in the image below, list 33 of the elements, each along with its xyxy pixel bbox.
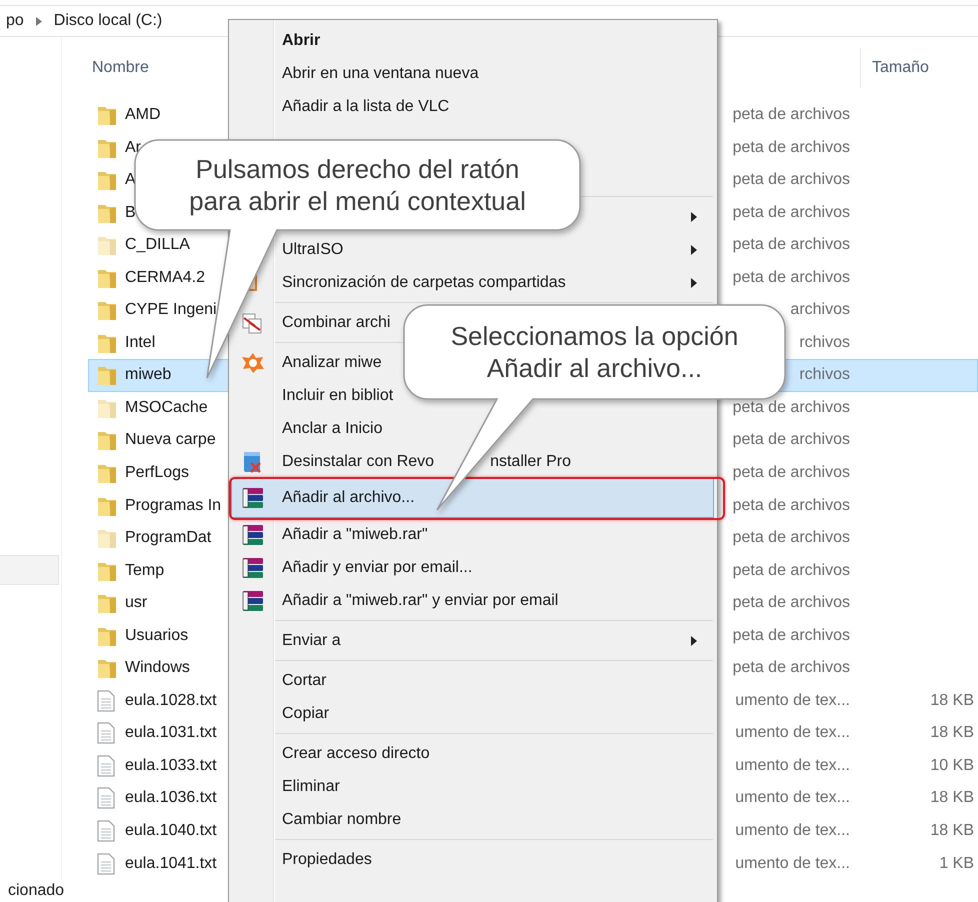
file-size: 18 KB [930, 822, 974, 840]
file-type: peta de archivos [732, 236, 850, 254]
file-type: umento de tex... [735, 789, 850, 808]
file-size: 18 KB [930, 789, 974, 808]
file-type: peta de archivos [732, 431, 850, 450]
file-type: umento de tex... [735, 756, 850, 775]
file-type: peta de archivos [732, 398, 850, 417]
file-type: peta de archivos [732, 626, 850, 645]
file-type: peta de archivos [732, 171, 850, 190]
file-type: peta de archivos [732, 106, 850, 124]
status-text: cionado [8, 882, 64, 900]
file-type: umento de tex... [735, 822, 850, 840]
file-type: peta de archivos [732, 529, 850, 548]
file-type: peta de archivos [732, 496, 850, 515]
file-type: umento de tex... [735, 692, 850, 710]
callout-text: Seleccionamos la opción Añadir al archivo... [450, 320, 738, 384]
file-type: peta de archivos [732, 204, 850, 222]
file-type: rchivos [799, 366, 850, 384]
file-type: peta de archivos [732, 464, 850, 482]
callout-text: Pulsamos derecho del ratón para abrir el menú contextual [189, 152, 526, 218]
file-size: 18 KB [930, 724, 974, 742]
file-type: rchivos [799, 334, 850, 352]
file-size: 18 KB [930, 692, 974, 710]
file-type: peta de archivos [732, 562, 850, 580]
file-size: 1 KB [939, 854, 974, 873]
file-type: peta de archivos [732, 594, 850, 612]
file-type: peta de archivos [732, 268, 850, 287]
file-type: umento de tex... [735, 724, 850, 742]
file-type: archivos [790, 301, 850, 320]
file-type: peta de archivos [732, 659, 850, 678]
file-size: 10 KB [930, 756, 974, 775]
file-type: peta de archivos [732, 138, 850, 157]
file-type: umento de tex... [735, 854, 850, 873]
